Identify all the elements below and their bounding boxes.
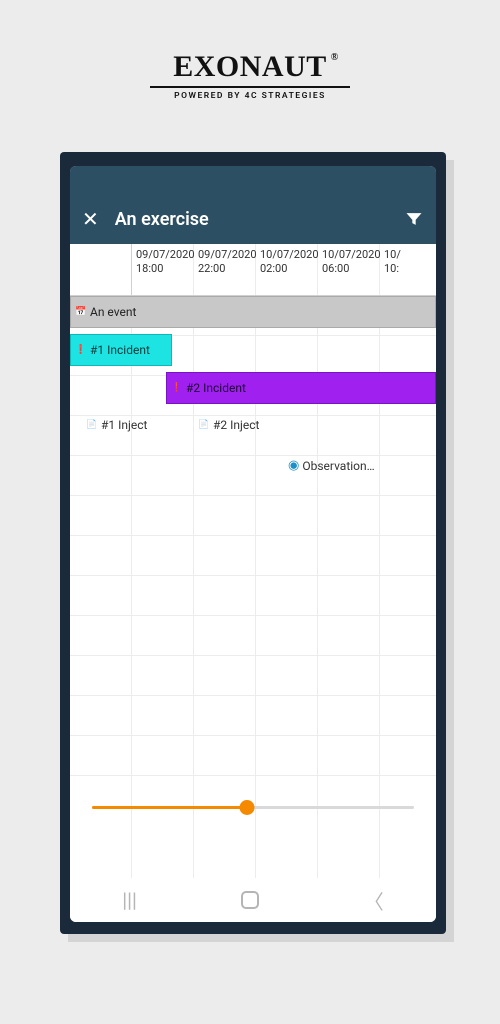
page-title: An exercise bbox=[115, 209, 388, 230]
doc-icon: 📄 bbox=[86, 419, 98, 431]
timeline-bar-incident-1[interactable]: ❗ #1 Incident bbox=[70, 334, 172, 366]
alert-icon: ❗ bbox=[75, 344, 87, 356]
timeline-bar-event[interactable]: 📅 An event bbox=[70, 296, 436, 328]
time-col: 09/07/202018:00 bbox=[132, 244, 194, 295]
recents-button[interactable]: ||| bbox=[122, 888, 137, 912]
timeline-item-inject-2[interactable]: 📄 #2 Inject bbox=[198, 418, 259, 432]
screen: ✕ An exercise 09/07/202018:00 09/07/2020… bbox=[70, 166, 436, 922]
timeline-header: 09/07/202018:00 09/07/202022:00 10/07/20… bbox=[70, 244, 436, 296]
close-icon[interactable]: ✕ bbox=[82, 209, 99, 229]
timeline-item-inject-1[interactable]: 📄 #1 Inject bbox=[86, 418, 147, 432]
time-col: 10/10: bbox=[380, 244, 436, 295]
back-button[interactable]: 〈 bbox=[364, 886, 384, 915]
brand-tagline: POWERED BY 4C STRATEGIES bbox=[0, 91, 500, 101]
brand-header: EXONAUT® POWERED BY 4C STRATEGIES bbox=[0, 0, 500, 121]
time-col: 10/07/202002:00 bbox=[256, 244, 318, 295]
timeline-bar-incident-2[interactable]: ❗ #2 Incident bbox=[166, 372, 436, 404]
brand-rule bbox=[150, 86, 350, 88]
observation-label: Observation… bbox=[302, 459, 374, 473]
home-button[interactable] bbox=[241, 891, 259, 909]
filter-icon[interactable] bbox=[404, 209, 424, 229]
timeline-item-observation[interactable]: ◉ Observation… bbox=[288, 458, 375, 473]
eye-icon: ◉ bbox=[288, 458, 299, 473]
inject-label: #2 Inject bbox=[213, 418, 259, 432]
inject-label: #1 Inject bbox=[101, 418, 147, 432]
timeline-slider[interactable] bbox=[92, 798, 414, 818]
incident-label: #1 Incident bbox=[90, 343, 150, 357]
timeline-grid[interactable]: 📅 An event ❗ #1 Incident ❗ #2 Incident 📄… bbox=[70, 296, 436, 878]
android-nav-bar: ||| 〈 bbox=[70, 878, 436, 922]
incident-label: #2 Incident bbox=[186, 381, 246, 395]
status-bar bbox=[70, 166, 436, 194]
calendar-icon: 📅 bbox=[75, 306, 87, 318]
device-frame: ✕ An exercise 09/07/202018:00 09/07/2020… bbox=[60, 152, 446, 934]
brand-name: EXONAUT® bbox=[173, 50, 327, 84]
time-col: 09/07/202022:00 bbox=[194, 244, 256, 295]
alert-icon: ❗ bbox=[171, 382, 183, 394]
doc-icon: 📄 bbox=[198, 419, 210, 431]
time-col: 10/07/202006:00 bbox=[318, 244, 380, 295]
app-bar: ✕ An exercise bbox=[70, 194, 436, 244]
event-label: An event bbox=[90, 305, 136, 319]
